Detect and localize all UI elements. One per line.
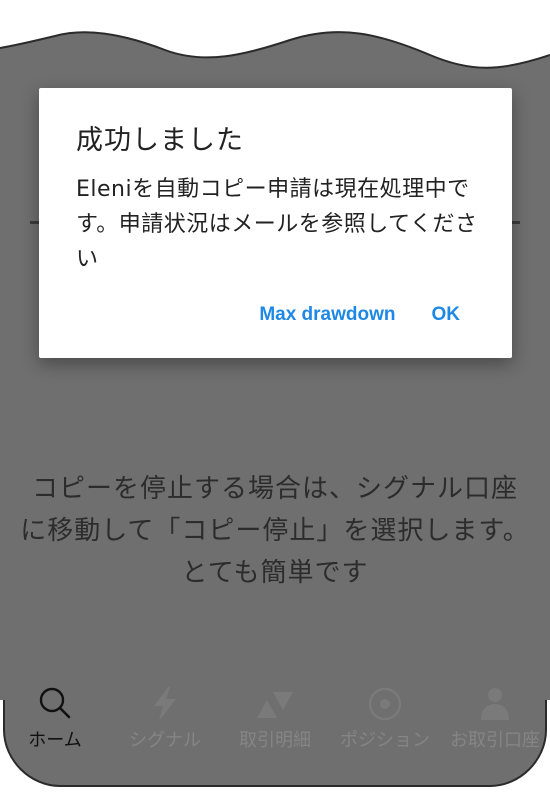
dialog-actions: Max drawdown OK (259, 304, 460, 326)
success-dialog: 成功しました Eleniを自動コピー申請は現在処理中です。申請状況はメールを参照… (39, 88, 512, 358)
phone-screen: コピーを停止する場合は、シグナル口座に移動して「コピー停止」を選択します。とても… (0, 0, 550, 797)
background-info-text: コピーを停止する場合は、シグナル口座に移動して「コピー停止」を選択します。とても… (20, 474, 530, 588)
ok-button[interactable]: OK (432, 304, 461, 326)
max-drawdown-button[interactable]: Max drawdown (259, 304, 395, 326)
wave-frame-top (0, 0, 550, 69)
dialog-title: 成功しました (76, 125, 244, 156)
rounded-frame-bottom (0, 700, 550, 797)
dialog-message: Eleniを自動コピー申請は現在処理中です。申請状況はメールを参照してください (76, 177, 478, 272)
